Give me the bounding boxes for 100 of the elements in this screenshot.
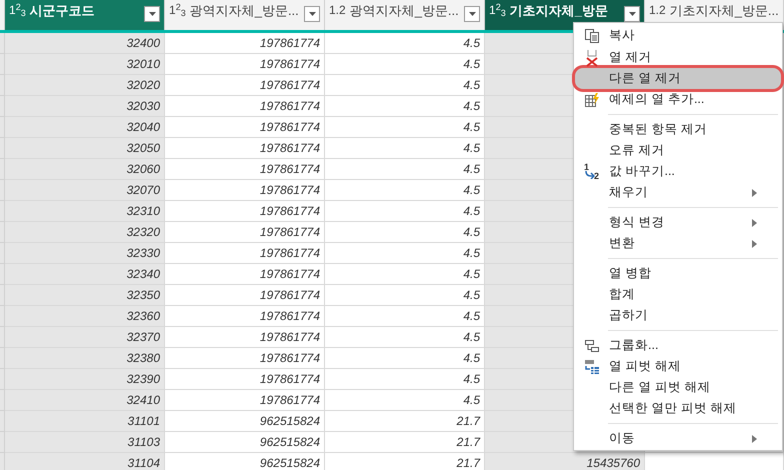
table-cell: 4.5: [325, 159, 485, 180]
menu-item[interactable]: 열 병합: [575, 263, 781, 284]
table-cell: 4.5: [325, 348, 485, 369]
table-cell: 197861774: [165, 33, 325, 54]
filter-dropdown-button[interactable]: [144, 6, 160, 22]
caret-icon: [308, 12, 316, 16]
table-cell: 4.5: [325, 306, 485, 327]
table-cell: 197861774: [165, 75, 325, 96]
group-by-icon: [584, 338, 600, 352]
type-label: 1.2: [649, 3, 666, 18]
table-cell: 197861774: [165, 159, 325, 180]
table-cell: 32380: [5, 348, 165, 369]
column-title: 기초지자체_방문: [510, 3, 609, 19]
table-cell: 4.5: [325, 180, 485, 201]
column-header[interactable]: 1.2 광역지자체_방문...: [325, 0, 485, 30]
table-cell: 197861774: [165, 306, 325, 327]
table-cell: 4.5: [325, 138, 485, 159]
menu-item[interactable]: 다른 열 제거: [575, 68, 781, 89]
column-header[interactable]: 1$^{2}$$_{3}$ 시군구코드: [5, 0, 165, 30]
table-cell: 32010: [5, 54, 165, 75]
table-cell: 21.7: [325, 432, 485, 453]
submenu-arrow-icon: [752, 434, 757, 442]
table-lightning-icon: [584, 92, 600, 108]
table-cell: 4.5: [325, 75, 485, 96]
remove-column-icon: [584, 48, 600, 66]
menu-item[interactable]: 1 2 값 바꾸기...: [575, 161, 781, 182]
table-cell: 32400: [5, 33, 165, 54]
table-cell: 4.5: [325, 201, 485, 222]
table-cell: 4.5: [325, 54, 485, 75]
menu-item[interactable]: 중복된 항목 제거: [575, 119, 781, 140]
table-cell: 21.7: [325, 411, 485, 432]
table-cell: 4.5: [325, 369, 485, 390]
table-cell: 197861774: [165, 222, 325, 243]
table-cell: 197861774: [165, 285, 325, 306]
menu-item[interactable]: 변환: [575, 233, 781, 254]
table-cell: 4.5: [325, 327, 485, 348]
menu-item[interactable]: 그룹화...: [575, 335, 781, 356]
menu-item[interactable]: 오류 제거: [575, 140, 781, 161]
table-cell: 197861774: [165, 201, 325, 222]
table-cell: 4.5: [325, 390, 485, 411]
table-cell: 32410: [5, 390, 165, 411]
table-cell: 31103: [5, 432, 165, 453]
table-cell: 4.5: [325, 222, 485, 243]
menu-item[interactable]: 이동: [575, 428, 781, 449]
submenu-arrow-icon: [752, 188, 757, 196]
column-title: 기초지자체_방문...: [670, 3, 779, 19]
menu-item[interactable]: 곱하기: [575, 305, 781, 326]
filter-dropdown-button[interactable]: [464, 6, 480, 22]
table-cell: 197861774: [165, 369, 325, 390]
table-cell: 32050: [5, 138, 165, 159]
table-cell: 4.5: [325, 264, 485, 285]
row-header-cell: [0, 0, 5, 30]
menu-item[interactable]: 열 피벗 해제: [575, 356, 781, 377]
table-cell: 32390: [5, 369, 165, 390]
table-cell: 32310: [5, 201, 165, 222]
table-cell: 32040: [5, 117, 165, 138]
table-cell: 197861774: [165, 138, 325, 159]
table-cell: 31104: [5, 453, 165, 470]
table-cell: 197861774: [165, 390, 325, 411]
table-cell: 32360: [5, 306, 165, 327]
filter-dropdown-button[interactable]: [624, 6, 640, 22]
table-cell: 4.5: [325, 33, 485, 54]
submenu-arrow-icon: [752, 218, 757, 226]
table-cell: 4.5: [325, 117, 485, 138]
table-cell: 197861774: [165, 243, 325, 264]
table-cell: 197861774: [165, 264, 325, 285]
table-cell: 32020: [5, 75, 165, 96]
table-cell: 4.5: [325, 285, 485, 306]
caret-icon: [148, 12, 156, 16]
type-label: 1.2: [329, 3, 346, 18]
menu-item[interactable]: 선택한 열만 피벗 해제: [575, 398, 781, 419]
filter-dropdown-button[interactable]: [304, 6, 320, 22]
table-cell: 32060: [5, 159, 165, 180]
table-cell: 197861774: [165, 348, 325, 369]
table-cell: 32340: [5, 264, 165, 285]
table-cell: 197861774: [165, 96, 325, 117]
unpivot-icon: [584, 358, 600, 374]
column-title: 시군구코드: [30, 3, 96, 19]
table-cell: 32320: [5, 222, 165, 243]
table-cell: 962515824: [165, 411, 325, 432]
table-cell: 197861774: [165, 117, 325, 138]
menu-item[interactable]: 다른 열 피벗 해제: [575, 377, 781, 398]
table-cell: 197861774: [165, 180, 325, 201]
column-title: 광역지자체_방문...: [350, 3, 460, 19]
table-cell: 962515824: [165, 432, 325, 453]
column-title: 광역지자체_방문...: [190, 3, 300, 19]
submenu-arrow-icon: [752, 240, 757, 248]
table-cell: 4.5: [325, 243, 485, 264]
menu-item[interactable]: 채우기: [575, 182, 781, 203]
menu-item[interactable]: 합계: [575, 284, 781, 305]
table-cell: 32350: [5, 285, 165, 306]
menu-item[interactable]: 예제의 열 추가...: [575, 89, 781, 110]
menu-item[interactable]: 열 제거: [575, 47, 781, 68]
copy-icon: [584, 28, 600, 44]
table-cell: 32370: [5, 327, 165, 348]
menu-item[interactable]: 형식 변경: [575, 212, 781, 233]
caret-icon: [628, 12, 636, 16]
column-header[interactable]: 1$^{2}$$_{3}$ 광역지자체_방문...: [165, 0, 325, 30]
table-cell: 197861774: [165, 54, 325, 75]
caret-icon: [468, 12, 476, 16]
